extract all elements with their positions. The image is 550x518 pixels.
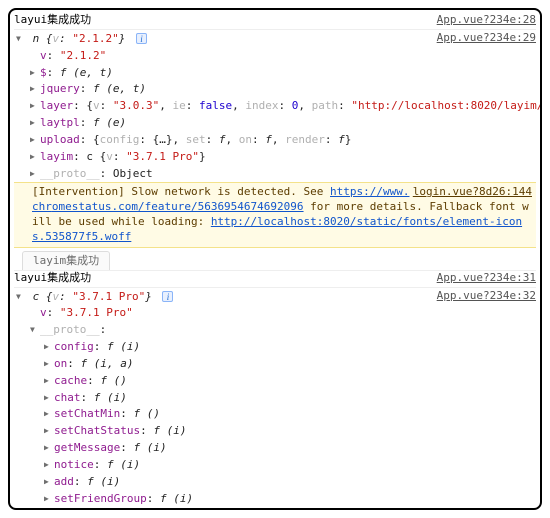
object-property[interactable]: __proto__: <box>14 322 536 339</box>
disclosure-triangle-icon[interactable] <box>44 441 54 456</box>
disclosure-triangle-icon[interactable] <box>30 99 40 114</box>
disclosure-triangle-icon[interactable] <box>44 492 54 507</box>
object-property[interactable]: jquery: f (e, t) <box>14 81 536 98</box>
object-property[interactable]: laytpl: f (e) <box>14 115 536 132</box>
info-icon[interactable]: i <box>162 291 173 302</box>
object-property[interactable]: cache: f () <box>14 373 536 390</box>
object-name: n <box>33 32 40 45</box>
source-link[interactable]: App.vue?234e:29 <box>437 31 536 46</box>
object-property[interactable]: config: f (i) <box>14 339 536 356</box>
object-property[interactable]: layim: c {v: "3.7.1 Pro"} <box>14 149 536 166</box>
warning-text: [Intervention] Slow network is detected.… <box>32 185 330 198</box>
log-message: layui集成成功 <box>14 270 91 285</box>
disclosure-triangle-icon[interactable] <box>44 357 54 372</box>
source-link[interactable]: App.vue?234e:28 <box>437 13 536 28</box>
object-property[interactable]: setChatStatus: f (i) <box>14 423 536 440</box>
disclosure-triangle-icon[interactable] <box>30 133 40 148</box>
object-property[interactable]: setChatMin: f () <box>14 406 536 423</box>
disclosure-triangle-icon[interactable] <box>30 150 40 165</box>
source-link[interactable]: login.vue?8d26:144 <box>413 185 532 200</box>
disclosure-triangle-icon[interactable] <box>30 167 40 182</box>
disclosure-triangle-icon[interactable] <box>44 374 54 389</box>
object-property[interactable]: add: f (i) <box>14 474 536 491</box>
disclosure-triangle-icon[interactable] <box>44 475 54 490</box>
object-name: c <box>33 290 40 303</box>
disclosure-triangle-icon[interactable] <box>30 66 40 81</box>
object-property[interactable]: __proto__: Object <box>14 166 536 183</box>
disclosure-triangle-icon[interactable] <box>30 82 40 97</box>
log-entry: App.vue?234e:28 layui集成成功 <box>14 13 536 28</box>
disclosure-triangle-icon[interactable] <box>44 340 54 355</box>
disclosure-triangle-icon[interactable] <box>16 290 26 305</box>
log-entry: App.vue?234e:31 layui集成成功 <box>14 271 536 286</box>
object-property[interactable]: chat: f (i) <box>14 390 536 407</box>
disclosure-triangle-icon[interactable] <box>44 458 54 473</box>
info-icon[interactable]: i <box>136 33 147 44</box>
object-property[interactable]: layer: {v: "3.0.3", ie: false, index: 0,… <box>14 98 536 115</box>
console-tab[interactable]: layim集成功 <box>22 251 110 270</box>
object-property[interactable]: msgbox: f (i) <box>14 507 536 510</box>
object-property[interactable]: upload: {config: {…}, set: f, on: f, ren… <box>14 132 536 149</box>
disclosure-triangle-icon[interactable] <box>30 323 40 338</box>
log-entry-object: App.vue?234e:29 n {v: "2.1.2"} i v: "2.1… <box>14 31 536 183</box>
disclosure-triangle-icon[interactable] <box>30 116 40 131</box>
console-panel: App.vue?234e:28 layui集成成功 App.vue?234e:2… <box>8 8 542 510</box>
object-property[interactable]: getMessage: f (i) <box>14 440 536 457</box>
object-property[interactable]: v: "2.1.2" <box>14 48 536 65</box>
object-property[interactable]: $: f (e, t) <box>14 65 536 82</box>
object-property[interactable]: v: "3.7.1 Pro" <box>14 305 536 322</box>
source-link[interactable]: App.vue?234e:31 <box>437 271 536 286</box>
disclosure-triangle-icon[interactable] <box>16 32 26 47</box>
warning-entry: login.vue?8d26:144 [Intervention] Slow n… <box>14 182 536 247</box>
log-entry-object: App.vue?234e:32 c {v: "3.7.1 Pro"} i v: … <box>14 289 536 511</box>
log-message: layui集成成功 <box>14 12 91 27</box>
object-property[interactable]: on: f (i, a) <box>14 356 536 373</box>
disclosure-triangle-icon[interactable] <box>44 508 54 510</box>
warning-link[interactable]: omestatus.com/feature/5636954674692096 <box>52 200 304 213</box>
disclosure-triangle-icon[interactable] <box>44 391 54 406</box>
disclosure-triangle-icon[interactable] <box>44 407 54 422</box>
source-link[interactable]: App.vue?234e:32 <box>437 289 536 304</box>
object-property[interactable]: setFriendGroup: f (i) <box>14 491 536 508</box>
warning-link[interactable]: ff <box>118 230 131 243</box>
object-property[interactable]: notice: f (i) <box>14 457 536 474</box>
disclosure-triangle-icon[interactable] <box>44 424 54 439</box>
